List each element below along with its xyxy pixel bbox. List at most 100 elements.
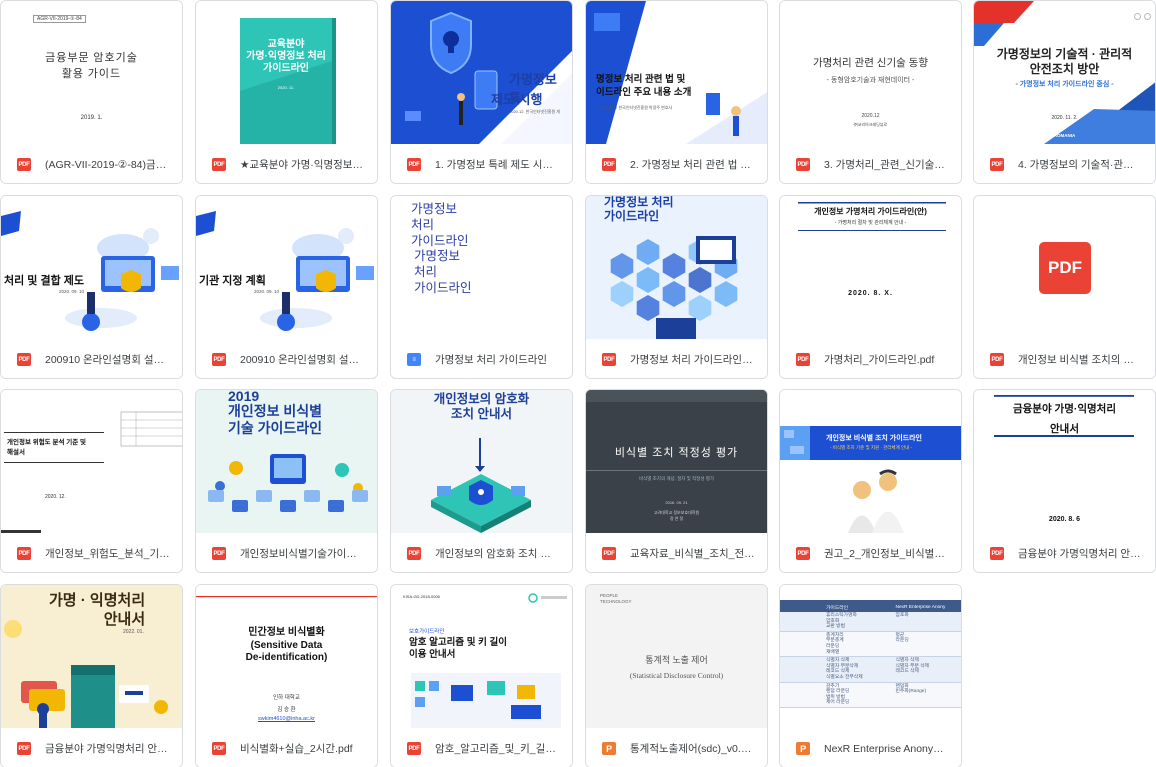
banner-footer: 2020.12. 한국인터넷진흥원 개 <box>509 109 560 114</box>
slide-author: 김 승 환 <box>277 707 296 713</box>
file-name: ★교육분야 가명·익명정보 처리 가이드라인.pdf <box>240 159 365 171</box>
file-thumbnail[interactable]: 2019 개인정보 비식별 기술 가이드라인 <box>196 390 377 533</box>
slide-org: 고려대학교 정보보호대학원 정 연 정 <box>653 510 700 521</box>
file-card[interactable]: PEOPLE TECHNOLOGY 통계적 노출 제어 (Statistical D… <box>585 584 768 767</box>
file-caption[interactable]: PDF 1. 가명정보 특례 제도 시행 및 주요 내용.pdf <box>391 144 572 183</box>
file-thumbnail[interactable]: 처리 및 결합 제도 2020. 09. 10 <box>1 196 182 339</box>
file-thumbnail[interactable]: PDF <box>974 196 1155 339</box>
file-caption[interactable]: PDF ★교육분야 가명·익명정보 처리 가이드라인.pdf <box>196 144 377 183</box>
file-thumbnail[interactable]: 가명정보 특 제도 시행 2020.12. 한국인터넷진흥원 개 <box>391 1 572 144</box>
file-thumbnail[interactable]: 개인정보의 암호화 조치 안내서 <box>391 390 572 533</box>
slide-email: swkim4610@inha.ac.kr <box>258 716 315 722</box>
file-thumbnail[interactable]: 가이드라인 NexR Enterprise Anony 휴리스틱가명화 암호화 교환… <box>780 585 961 728</box>
cover-org: ROMANIA <box>1053 133 1076 138</box>
file-caption[interactable]: PDF 교육자료_비식별_조치_전문가_과정.pdf <box>586 533 767 572</box>
doc-table <box>1 411 182 533</box>
file-thumbnail[interactable]: 비식별 조치 적정성 평가 비식별 조치의 개념, 절차 및 적정성 평가 2016… <box>586 390 767 533</box>
more-options[interactable] <box>1134 13 1151 20</box>
file-card[interactable]: 교육분야 가명·익명정보 처리 가이드라인 2020. 11. PDF ★교육분야 가… <box>195 0 378 184</box>
file-card[interactable]: 처리 및 결합 제도 2020. 09. 10 PDF 200910 온라인설명회 설… <box>0 195 183 379</box>
file-caption[interactable]: P 통계적노출제어(sdc)_v0.1.pptx <box>586 728 767 767</box>
file-card[interactable]: 비식별 조치 적정성 평가 비식별 조치의 개념, 절차 및 적정성 평가 2016… <box>585 389 768 573</box>
cover-year: 2019 <box>228 390 260 404</box>
file-card[interactable]: PDF PDF 개인정보 비식별 조치의 이해와 활용.pdf <box>973 195 1156 379</box>
table-row: 휴리스틱가명화 암호화 교환 방법 암호화 <box>780 612 961 632</box>
pptx-icon: P <box>602 742 616 755</box>
file-thumbnail[interactable]: 가명처리 관련 신기술 동향 - 동형암호기술과 재현데이터 - 2020.12 ㈜코… <box>780 1 961 144</box>
file-card[interactable]: 가명정보의 기술적 · 관리적 안전조치 방안 - 가명정보 처리 가이드라인 중… <box>973 0 1156 184</box>
file-card[interactable]: 가이드라인 NexR Enterprise Anony 휴리스틱가명화 암호화 교환… <box>779 584 962 767</box>
cover-title: 처리 및 결합 제도 <box>4 275 85 287</box>
pdf-icon: PDF <box>17 742 31 755</box>
file-name: 권고_2_개인정보_비식별_조치_가이드라인.pdf <box>824 548 949 560</box>
pptx-icon: P <box>796 742 810 755</box>
cover-date: 2020. 11. 2. <box>1051 115 1078 121</box>
file-caption[interactable]: ≡ 가명정보 처리 가이드라인 <box>391 339 572 378</box>
file-caption[interactable]: PDF (AGR-VII-2019-②-84)금융부문 암호기술 활용 가이드.p… <box>1 144 182 183</box>
file-thumbnail[interactable]: 가명정보 처리 가이드라인 <box>586 196 767 339</box>
cover-title: 개인정보의 암호화 조치 안내서 <box>433 392 530 421</box>
file-card[interactable]: 가명처리 관련 신기술 동향 - 동형암호기술과 재현데이터 - 2020.12 ㈜코… <box>779 0 962 184</box>
file-card[interactable]: 개인정보 위험도 분석 기준 및 해설서 2020. 12. PDF 개인정보_위험도… <box>0 389 183 573</box>
file-thumbnail[interactable]: 가명정보 처리 가이드라인 가명정보 처리 가이드라인 <box>391 196 572 339</box>
book-date: 2020. 11. <box>277 85 295 90</box>
doc-title: 금융분야 가명·익명처리 안내서 <box>1012 403 1116 435</box>
banner-footer: KISA 보호 한국인터넷진흥원 박광주 변호사 <box>600 105 673 110</box>
table-cell: 평균 라운딩 <box>895 632 909 644</box>
file-thumbnail[interactable]: 금융분야 가명·익명처리 안내서 2020. 8. 6 <box>974 390 1155 533</box>
file-name: 가명처리_가이드라인.pdf <box>824 354 935 366</box>
file-caption[interactable]: PDF 금융분야 가명익명처리 안내서.pdf <box>974 533 1155 572</box>
file-card[interactable]: 가명정보 처리 가이드라인 가명정보 처리 가이드라인 ≡ 가명정보 처리 가이드라인 <box>390 195 573 379</box>
file-name: 금융분야 가명익명처리 안내서(2022).pdf <box>45 743 170 755</box>
file-card[interactable]: 금융분야 가명·익명처리 안내서 2020. 8. 6 PDF 금융분야 가명익명처리… <box>973 389 1156 573</box>
file-caption[interactable]: PDF 비식별화+실습_2시간.pdf <box>196 728 377 767</box>
file-thumbnail[interactable]: 기관 지정 계획 2020. 09. 10 <box>196 196 377 339</box>
file-thumbnail[interactable]: PEOPLE TECHNOLOGY 통계적 노출 제어 (Statistical D… <box>586 585 767 728</box>
file-thumbnail[interactable]: 교육분야 가명·익명정보 처리 가이드라인 2020. 11. <box>196 1 377 144</box>
file-caption[interactable]: PDF 가명처리_가이드라인.pdf <box>780 339 961 378</box>
doc-lines: 가명정보 처리 가이드라인 가명정보 처리 가이드라인 <box>411 202 472 297</box>
file-card[interactable]: 가명정보 처리 가이드라인 PDF 가명정보 처리 가이드라인.pdf <box>585 195 768 379</box>
file-caption[interactable]: PDF 금융분야 가명익명처리 안내서(2022).pdf <box>1 728 182 767</box>
file-card[interactable]: 개인정보의 암호화 조치 안내서 PDF 개인정보의 암호화 조치 안내서.pdf <box>390 389 573 573</box>
file-card[interactable]: 개인정보 가명처리 가이드라인(안) - 가명처리 절차 및 관리체계 안내 - 2… <box>779 195 962 379</box>
file-card[interactable]: 2019개인정보 비식별 기술 가이드라인 PDF 개인정보비식별기술가이드라인.p… <box>195 389 378 573</box>
file-caption[interactable]: PDF 개인정보의 암호화 조치 안내서.pdf <box>391 533 572 572</box>
file-card[interactable]: 가명정보 특 제도 시행 2020.12. 한국인터넷진흥원 개 PDF 1. 가명정… <box>390 0 573 184</box>
file-caption[interactable]: PDF 200910 온라인설명회 설명자료_결합전문기관 지정 계획.pdf <box>196 339 377 378</box>
file-thumbnail[interactable]: KISA-GD-2018-0006 보호가이드라인 암호 알고리즘 및 키 길이 이… <box>391 585 572 728</box>
file-caption[interactable]: PDF 개인정보_위험도_분석_기준_및_해설서.pdf <box>1 533 182 572</box>
file-card[interactable]: 민간정보 비식별화 (Sensitive Data De-identificat… <box>195 584 378 767</box>
file-thumbnail[interactable]: 개인정보 위험도 분석 기준 및 해설서 2020. 12. <box>1 390 182 533</box>
file-card[interactable]: 기관 지정 계획 2020. 09. 10 PDF 200910 온라인설명회 설명자… <box>195 195 378 379</box>
file-card[interactable]: 명정보 처리 관련 법 및 이드라인 주요 내용 소개 KISA 보호 한국인터넷… <box>585 0 768 184</box>
slide-date: 2020.12 <box>861 113 880 119</box>
file-thumbnail[interactable]: 가명 · 익명처리 안내서 2022. 01. <box>1 585 182 728</box>
file-caption[interactable]: PDF 3. 가명처리_관련_신기술_동향.pdf <box>780 144 961 183</box>
file-thumbnail[interactable]: 개인정보 비식별 조치 가이드라인 - 비식별 조치 기준 및 지원 · 관리체계… <box>780 390 961 533</box>
file-thumbnail[interactable]: 민간정보 비식별화 (Sensitive Data De-identificat… <box>196 585 377 728</box>
file-thumbnail[interactable]: 개인정보 가명처리 가이드라인(안) - 가명처리 절차 및 관리체계 안내 - 2… <box>780 196 961 339</box>
file-caption[interactable]: PDF 권고_2_개인정보_비식별_조치_가이드라인.pdf <box>780 533 961 572</box>
file-caption[interactable]: PDF 개인정보비식별기술가이드라인.pdf <box>196 533 377 572</box>
file-card[interactable]: 개인정보 비식별 조치 가이드라인 - 비식별 조치 기준 및 지원 · 관리체계… <box>779 389 962 573</box>
file-caption[interactable]: PDF 200910 온라인설명회 설명자료_가명정보 처리 및 결합 제도.pd… <box>1 339 182 378</box>
pdf-icon: PDF <box>407 547 421 560</box>
file-caption[interactable]: P NexR Enterprise Anonymization.pptx <box>780 728 961 767</box>
file-card[interactable]: AGR-VII-2019-②-84 금융부문 암호기술 활용 가이드 2019. 1.… <box>0 0 183 184</box>
file-thumbnail[interactable]: AGR-VII-2019-②-84 금융부문 암호기술 활용 가이드 2019. 1. <box>1 1 182 144</box>
file-caption[interactable]: PDF 암호_알고리즘_및_키_길이_이용_안내서.pdf <box>391 728 572 767</box>
doc-line: 처리 <box>414 265 438 280</box>
file-caption[interactable]: PDF 개인정보 비식별 조치의 이해와 활용.pdf <box>974 339 1155 378</box>
file-card[interactable]: 가명 · 익명처리 안내서2022. 01. PDF 금융분야 가명익명처리 안내서… <box>0 584 183 767</box>
table-header-cell: NexR Enterprise Anony <box>895 604 946 610</box>
cover-title: 가명정보의 기술적 · 관리적 안전조치 방안 <box>996 47 1133 76</box>
file-caption[interactable]: PDF 4. 가명정보의 기술적·관리적 안전조치 방안.pdf <box>974 144 1155 183</box>
file-caption[interactable]: PDF 2. 가명정보 처리 관련 법 및 가이드라인 주요 내용 소개.pdf <box>586 144 767 183</box>
slide-date: 2016. 09. 21 <box>665 500 688 505</box>
file-thumbnail[interactable]: 명정보 처리 관련 법 및 이드라인 주요 내용 소개 KISA 보호 한국인터넷… <box>586 1 767 144</box>
banner-subtitle: 제도 시행 <box>491 92 543 107</box>
file-caption[interactable]: PDF 가명정보 처리 가이드라인.pdf <box>586 339 767 378</box>
file-thumbnail[interactable]: 가명정보의 기술적 · 관리적 안전조치 방안 - 가명정보 처리 가이드라인 중… <box>974 1 1155 144</box>
file-card[interactable]: KISA-GD-2018-0006 보호가이드라인 암호 알고리즘 및 키 길이 이… <box>390 584 573 767</box>
